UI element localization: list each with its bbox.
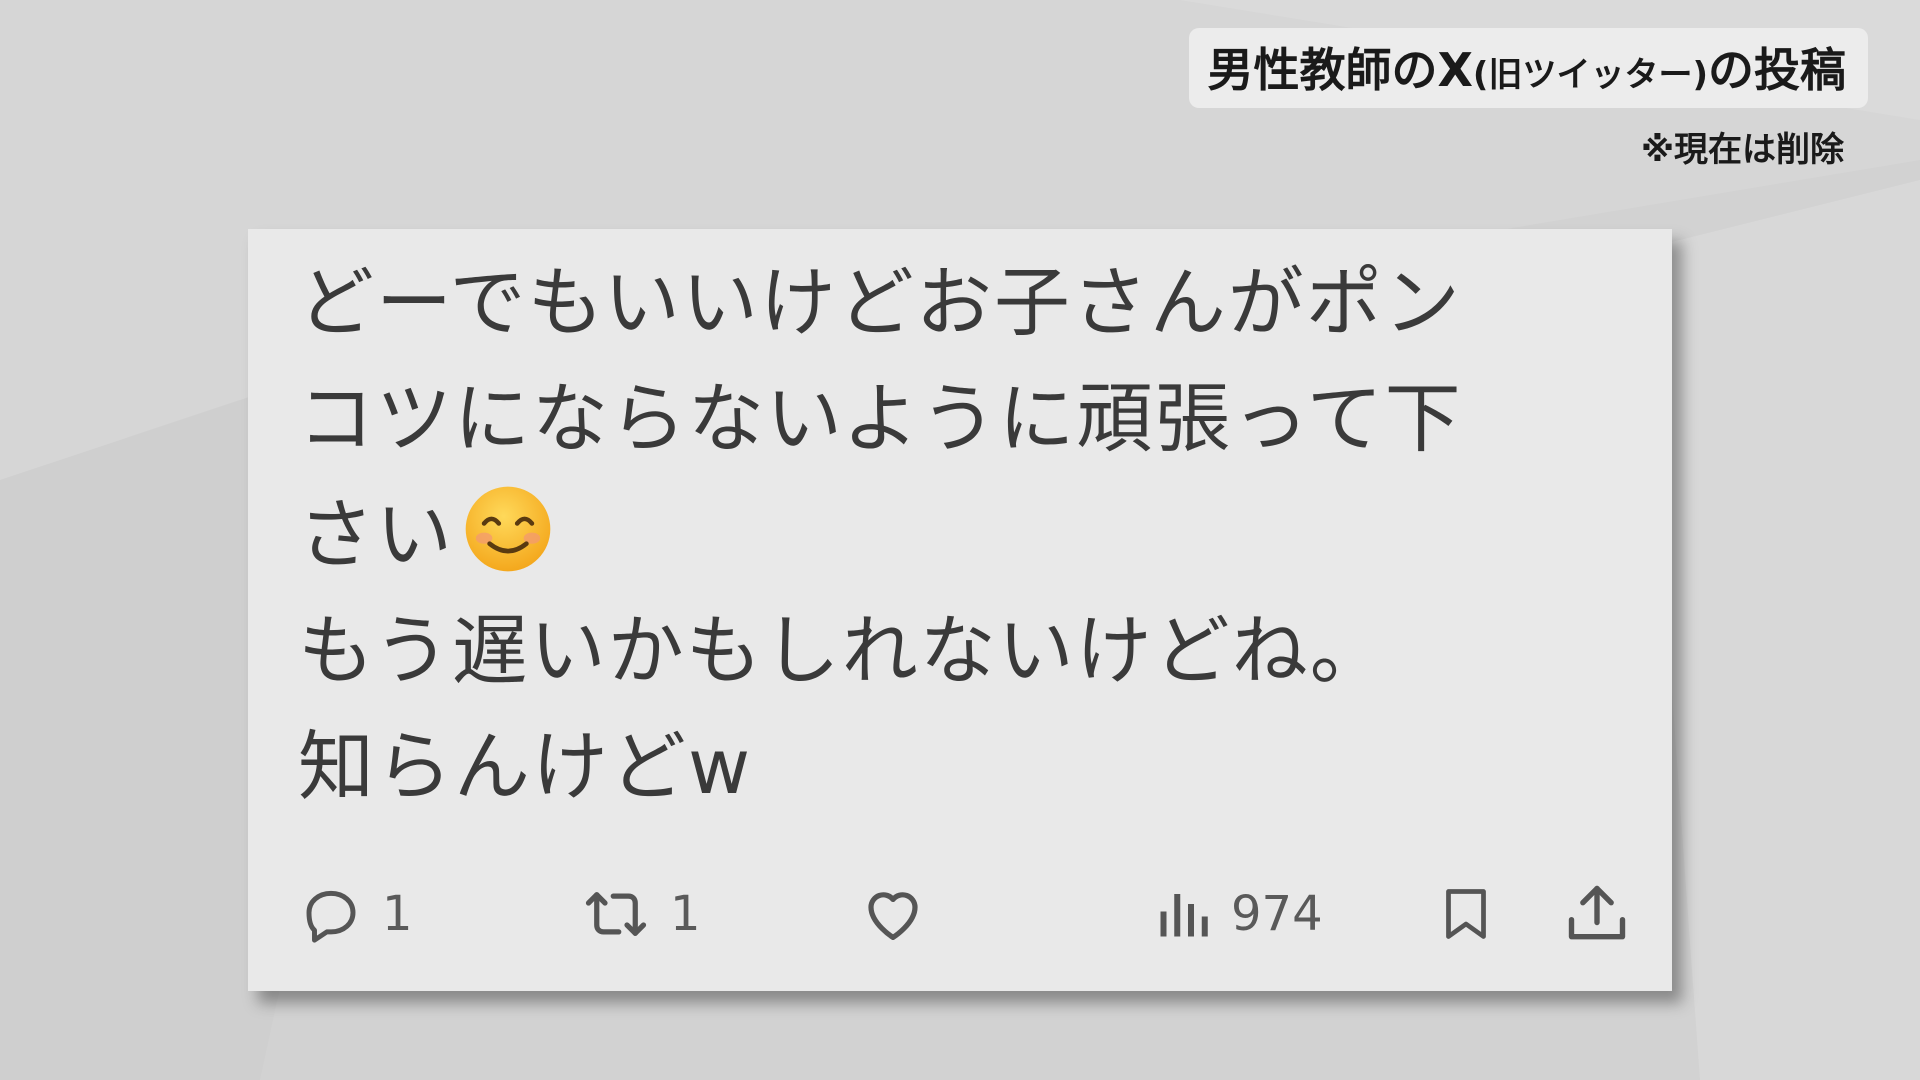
post-text: どーでもいいけどお子さんがポン コツにならないように頑張って下 さい もう遅いか… bbox=[298, 245, 1618, 825]
post-line-text: さい bbox=[298, 490, 454, 579]
post-actions: 1 1 974 bbox=[298, 869, 1638, 959]
caption-title-paren: (旧ツイッター) bbox=[1472, 55, 1708, 95]
views-button[interactable]: 974 bbox=[1153, 869, 1323, 959]
post-line: コツにならないように頑張って下 bbox=[298, 374, 1463, 463]
caption-note: ※現在は削除 bbox=[1640, 130, 1844, 170]
post-line-with-emoji: さい bbox=[298, 477, 1618, 593]
repost-button[interactable]: 1 bbox=[580, 869, 701, 959]
views-icon bbox=[1160, 894, 1208, 937]
smiling-face-icon bbox=[465, 486, 551, 572]
post-line: 知らんけどw bbox=[298, 722, 753, 811]
share-button[interactable] bbox=[1563, 869, 1631, 959]
post-line: どーでもいいけどお子さんがポン bbox=[298, 258, 1462, 347]
repost-icon bbox=[585, 892, 647, 936]
reply-count: 1 bbox=[382, 886, 413, 942]
bookmark-button[interactable] bbox=[1436, 869, 1496, 959]
caption-title: 男性教師のX(旧ツイッター)の投稿 bbox=[1189, 28, 1868, 108]
caption-title-main: 男性教師のX bbox=[1207, 43, 1473, 97]
reply-button[interactable]: 1 bbox=[298, 869, 413, 959]
caption-title-end: の投稿 bbox=[1708, 43, 1846, 97]
news-caption: 男性教師のX(旧ツイッター)の投稿 ※現在は削除 bbox=[1189, 28, 1868, 171]
post-card: どーでもいいけどお子さんがポン コツにならないように頑張って下 さい もう遅いか… bbox=[248, 229, 1672, 991]
share-icon bbox=[1568, 885, 1626, 940]
views-count: 974 bbox=[1231, 886, 1323, 942]
like-button[interactable] bbox=[858, 869, 928, 959]
bookmark-icon bbox=[1446, 889, 1486, 939]
heart-icon bbox=[868, 892, 918, 940]
reply-icon bbox=[306, 890, 356, 943]
post-line: もう遅いかもしれないけどね。 bbox=[298, 606, 1388, 695]
repost-count: 1 bbox=[670, 886, 701, 942]
